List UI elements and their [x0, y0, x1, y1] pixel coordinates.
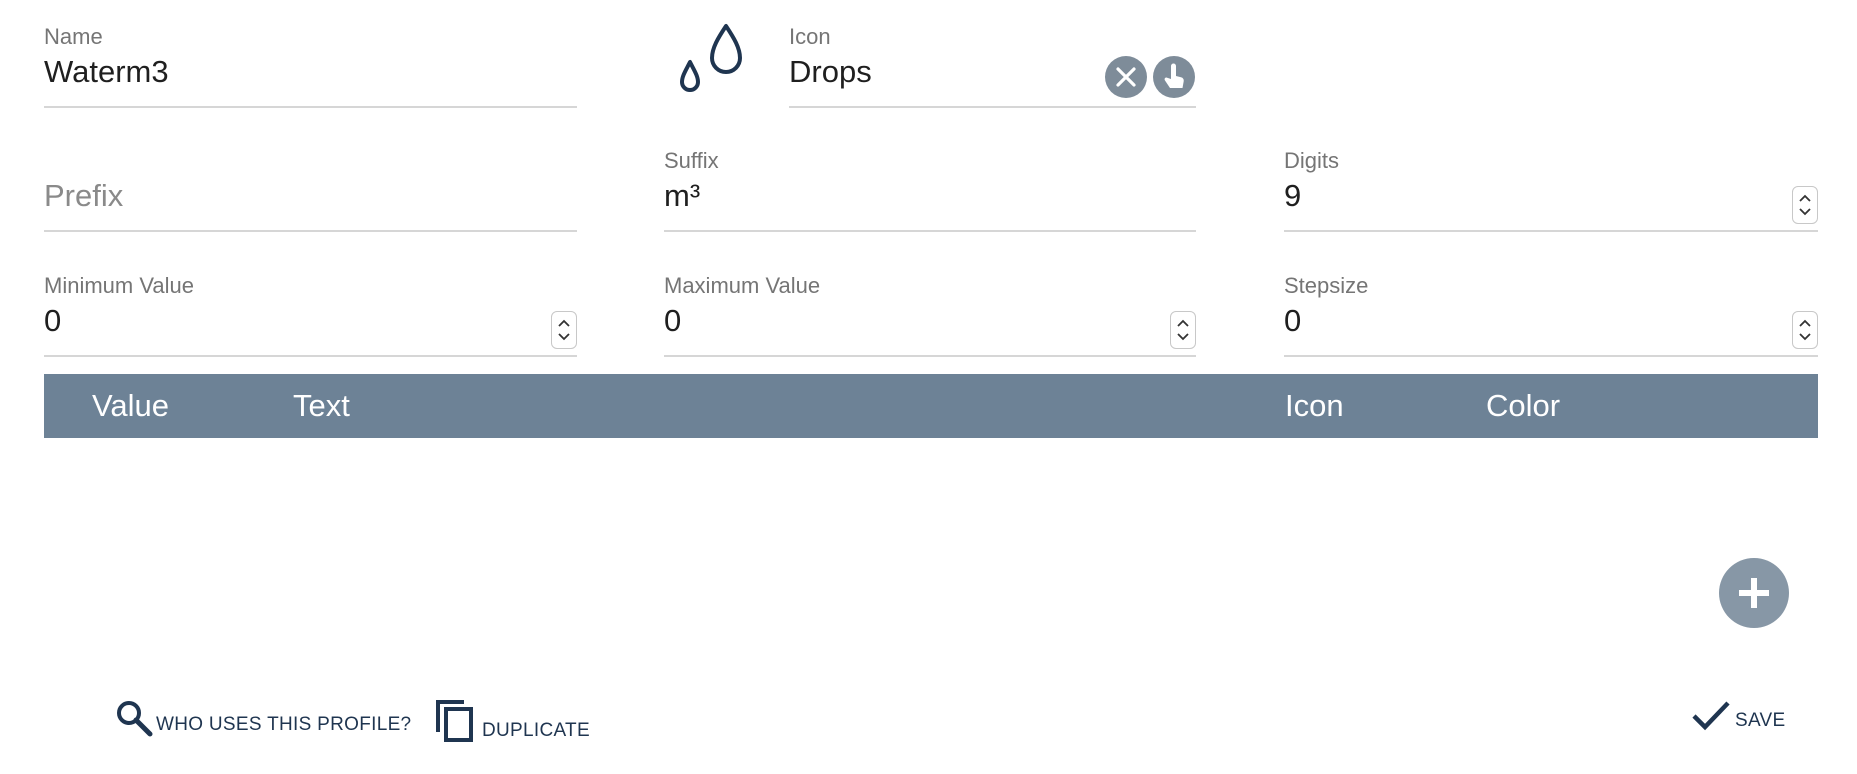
pick-icon-button[interactable]: [1153, 56, 1195, 98]
chevron-down-icon: [1799, 208, 1811, 216]
min-value-underline: [44, 355, 577, 357]
max-value-input[interactable]: 0: [664, 303, 681, 339]
stepsize-field[interactable]: Stepsize 0: [1284, 273, 1818, 357]
digits-stepper[interactable]: [1792, 186, 1818, 224]
digits-label: Digits: [1284, 148, 1340, 173]
stepsize-label: Stepsize: [1284, 273, 1369, 298]
search-icon: [117, 701, 153, 737]
max-value-stepper[interactable]: [1170, 311, 1196, 349]
prefix-underline: [44, 230, 577, 232]
column-header-value[interactable]: Value: [92, 388, 169, 424]
name-underline: [44, 106, 577, 108]
name-label: Name: [44, 24, 103, 49]
min-value-field[interactable]: Minimum Value 0: [44, 273, 577, 357]
drops-icon: [674, 22, 750, 98]
max-value-label: Maximum Value: [664, 273, 821, 298]
copy-icon: [436, 700, 473, 742]
states-table-header: Value Text Icon Color: [44, 374, 1818, 438]
suffix-field[interactable]: Suffix m³: [664, 148, 1196, 232]
stepsize-input[interactable]: 0: [1284, 303, 1301, 339]
chevron-up-icon: [1799, 194, 1811, 202]
prefix-input[interactable]: Prefix: [44, 178, 123, 214]
add-state-button[interactable]: [1719, 558, 1789, 628]
prefix-field[interactable]: Prefix: [44, 148, 577, 232]
icon-field[interactable]: Icon Drops: [789, 24, 1196, 108]
chevron-down-icon: [1799, 333, 1811, 341]
name-input[interactable]: Waterm3: [44, 54, 169, 90]
save-label: SAVE: [1735, 710, 1786, 731]
stepsize-stepper[interactable]: [1792, 311, 1818, 349]
min-value-label: Minimum Value: [44, 273, 194, 298]
who-uses-button[interactable]: WHO USES THIS PROFILE?: [114, 698, 411, 738]
check-icon: [1692, 701, 1730, 731]
who-uses-label: WHO USES THIS PROFILE?: [156, 714, 412, 735]
clear-icon-button[interactable]: [1105, 56, 1147, 98]
icon-underline: [789, 106, 1196, 108]
digits-field[interactable]: Digits 9: [1284, 148, 1818, 232]
digits-input[interactable]: 9: [1284, 178, 1301, 214]
chevron-down-icon: [1177, 333, 1189, 341]
max-value-underline: [664, 355, 1196, 357]
plus-icon: [1739, 578, 1769, 608]
duplicate-button[interactable]: DUPLICATE: [434, 698, 590, 744]
icon-label: Icon: [789, 24, 831, 49]
min-value-input[interactable]: 0: [44, 303, 61, 339]
column-header-color[interactable]: Color: [1486, 388, 1560, 424]
suffix-label: Suffix: [664, 148, 719, 173]
name-field[interactable]: Name Waterm3: [44, 24, 577, 108]
chevron-up-icon: [1799, 319, 1811, 327]
save-button[interactable]: SAVE: [1691, 698, 1785, 734]
suffix-input[interactable]: m³: [664, 178, 700, 214]
chevron-down-icon: [558, 333, 570, 341]
digits-underline: [1284, 230, 1818, 232]
duplicate-label: DUPLICATE: [482, 720, 590, 741]
touch-hand-icon: [1164, 63, 1184, 88]
column-header-icon[interactable]: Icon: [1285, 388, 1344, 424]
column-header-text[interactable]: Text: [293, 388, 350, 424]
min-value-stepper[interactable]: [551, 311, 577, 349]
suffix-underline: [664, 230, 1196, 232]
chevron-up-icon: [558, 319, 570, 327]
max-value-field[interactable]: Maximum Value 0: [664, 273, 1196, 357]
icon-input[interactable]: Drops: [789, 54, 872, 90]
chevron-up-icon: [1177, 319, 1189, 327]
stepsize-underline: [1284, 355, 1818, 357]
close-icon: [1116, 67, 1136, 87]
